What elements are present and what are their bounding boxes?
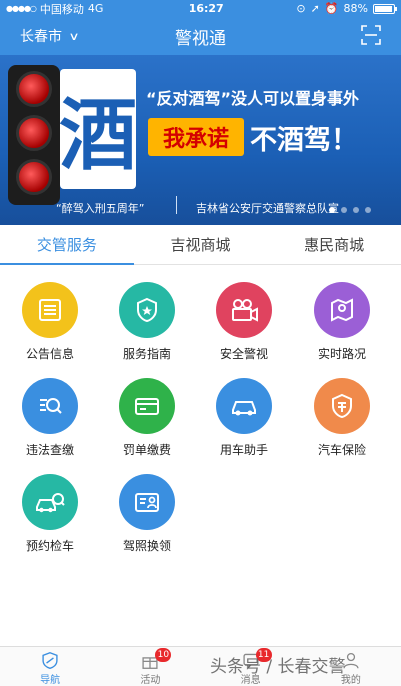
service-guide[interactable]: 服务指南 [97, 282, 197, 362]
service-label: 违法查缴 [25, 443, 74, 457]
chevron-down-icon: ∨ [68, 29, 80, 43]
top-navbar: 长春市 ∨ 警视通 [0, 17, 401, 55]
activities-badge: 10 [155, 648, 172, 662]
video-camera-icon [216, 282, 272, 338]
banner-big-character: 酒 [59, 90, 138, 181]
tab-jishi-mall[interactable]: 吉视商城 [134, 227, 268, 264]
pager-dot [341, 207, 347, 213]
service-label: 安全警视 [219, 347, 268, 361]
city-label: 长春市 [20, 29, 62, 45]
map-pin-icon [314, 282, 370, 338]
service-label: 预约检车 [25, 539, 74, 553]
service-violation-lookup[interactable]: 违法查缴 [0, 378, 100, 458]
nav-tab-activities[interactable]: 10 活动 [100, 647, 200, 686]
alarm-icon: ⏰ [324, 2, 339, 15]
banner-pledge-highlight: 我承诺 [148, 118, 244, 156]
service-license-renewal[interactable]: 驾照换领 [97, 474, 197, 554]
nav-label: 活动 [140, 675, 161, 686]
service-label: 汽车保险 [317, 443, 366, 457]
service-label: 实时路况 [317, 347, 366, 361]
traffic-light-icon [8, 65, 60, 205]
service-label: 公告信息 [25, 347, 74, 361]
scan-icon[interactable] [361, 25, 381, 45]
nav-label: 导航 [40, 675, 61, 686]
location-icon: ➚ [310, 2, 320, 15]
service-fine-payment[interactable]: 罚单缴费 [97, 378, 197, 458]
insurance-shield-icon [314, 378, 370, 434]
tab-huimin-mall[interactable]: 惠民商城 [267, 227, 401, 264]
service-car-insurance[interactable]: 汽车保险 [292, 378, 392, 458]
network-type: 4G [87, 2, 104, 15]
police-badge-icon [119, 282, 175, 338]
service-car-assistant[interactable]: 用车助手 [194, 378, 294, 458]
banner-slogan: “反对酒驾”没人可以置身事外 [146, 89, 360, 108]
tab-traffic-services[interactable]: 交管服务 [0, 227, 134, 265]
service-safety-watch[interactable]: 安全警视 [194, 282, 294, 362]
watermark-text: 头条号 / 长春交警 [210, 657, 346, 677]
pager-dot [353, 207, 359, 213]
city-selector[interactable]: 长春市 ∨ [20, 26, 80, 46]
category-tabs: 交管服务 吉视商城 惠民商城 [0, 227, 401, 265]
status-bar: ●●●●○ 中国移动 4G 16:27 ⊙ ➚ ⏰ 88% [0, 0, 401, 17]
document-list-icon [22, 282, 78, 338]
nav-tab-home[interactable]: 导航 [0, 647, 100, 686]
banner-divider [176, 196, 177, 214]
service-live-traffic[interactable]: 实时路况 [292, 282, 392, 362]
pager-dot [365, 207, 371, 213]
credit-card-icon [119, 378, 175, 434]
home-shield-icon [42, 651, 58, 669]
service-label: 罚单缴费 [122, 443, 171, 457]
banner-footer-left: “醉驾入刑五周年” [56, 202, 145, 215]
car-icon [216, 378, 272, 434]
search-list-icon [22, 378, 78, 434]
car-inspection-icon [22, 474, 78, 530]
battery-icon [373, 3, 397, 14]
rotation-lock-icon: ⊙ [296, 2, 306, 15]
banner-big-character-box: 酒 [59, 69, 138, 189]
carrier-name: 中国移动 [39, 2, 84, 16]
promo-banner[interactable]: 酒 “反对酒驾”没人可以置身事外 我承诺 不酒驾！ “醉驾入刑五周年” 吉林省公… [0, 55, 401, 225]
status-time: 16:27 [188, 2, 224, 15]
battery-percent: 88% [343, 2, 368, 15]
id-card-icon [119, 474, 175, 530]
service-label: 服务指南 [122, 347, 171, 361]
service-announcements[interactable]: 公告信息 [0, 282, 100, 362]
pager-dot [329, 207, 335, 213]
banner-pager [329, 207, 371, 213]
service-inspection-booking[interactable]: 预约检车 [0, 474, 100, 554]
signal-strength-icon: ●●●●○ [6, 4, 37, 13]
banner-footer-right: 吉林省公安厅交通警察总队宣 [196, 202, 339, 215]
service-label: 驾照换领 [122, 539, 171, 553]
service-label: 用车助手 [219, 443, 268, 457]
banner-pledge-rest: 不酒驾！ [250, 125, 358, 156]
